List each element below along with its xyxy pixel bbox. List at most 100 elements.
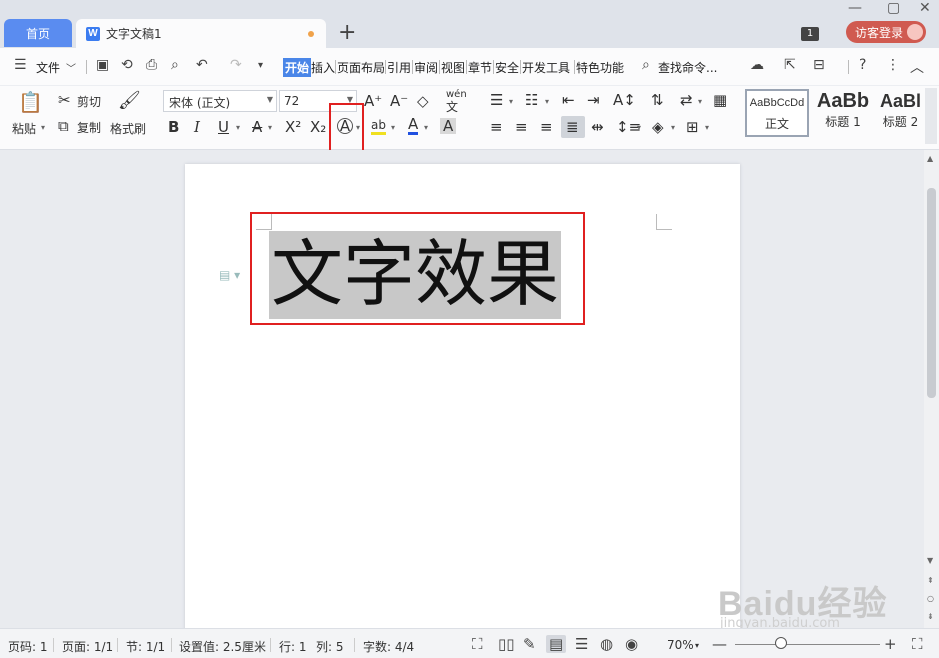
more-tools-icon[interactable]: ⊟ <box>813 57 825 73</box>
notification-badge[interactable]: 1 <box>801 27 819 41</box>
borders-dropdown-icon[interactable]: ▾ <box>705 123 709 132</box>
print-preview-icon[interactable]: ⌕ <box>171 57 179 73</box>
zoom-dropdown-icon[interactable]: ▾ <box>695 641 699 650</box>
command-search[interactable]: 查找命令... <box>658 59 717 76</box>
prev-page-icon[interactable]: ⇞ <box>927 576 934 585</box>
menu-tab-chapter[interactable]: 章节 <box>468 59 492 76</box>
page-view-icon[interactable]: ▤ <box>546 635 567 653</box>
bullet-dropdown-icon[interactable]: ▾ <box>509 97 513 106</box>
numbered-list-icon[interactable]: ☷ <box>525 92 538 108</box>
font-color-icon[interactable]: A <box>408 117 419 135</box>
maximize-icon[interactable]: ▢ <box>887 0 900 16</box>
search-icon[interactable]: ⌕ <box>642 57 650 73</box>
web-view-icon[interactable]: ◍ <box>600 635 613 653</box>
zoom-slider[interactable] <box>735 644 880 645</box>
char-shading-icon[interactable]: A <box>440 118 457 134</box>
select-browse-icon[interactable]: ○ <box>927 594 934 603</box>
eye-protection-icon[interactable]: ◉ <box>625 635 638 653</box>
cloud-sync-icon[interactable]: ☁ <box>750 57 764 73</box>
copy-label[interactable]: 复制 <box>77 119 101 136</box>
menu-tab-layout[interactable]: 页面布局 <box>337 59 385 76</box>
highlight-dropdown-icon[interactable]: ▾ <box>391 123 395 132</box>
menu-tab-review[interactable]: 审阅 <box>414 59 438 76</box>
menu-tab-home[interactable]: 开始 <box>283 58 312 77</box>
text-direction-icon[interactable]: A↕ <box>613 92 636 108</box>
focus-mode-icon[interactable]: ⛶ <box>472 635 483 653</box>
table-icon[interactable]: ▦ <box>713 92 727 108</box>
marks-dropdown-icon[interactable]: ▾ <box>698 97 702 106</box>
chevron-down-icon[interactable]: ﹀ <box>66 60 76 75</box>
menu-tab-developer[interactable]: 开发工具 <box>522 59 570 76</box>
status-word-count[interactable]: 字数: 4/4 <box>363 638 414 655</box>
help-icon[interactable]: ? <box>859 57 866 73</box>
style-heading-2[interactable]: AaBl 标题 2 <box>877 89 924 137</box>
style-heading-1[interactable]: AaBb 标题 1 <box>811 89 875 137</box>
scroll-down-icon[interactable]: ▼ <box>927 556 933 565</box>
underline-icon[interactable]: U <box>218 119 229 135</box>
menu-tab-security[interactable]: 安全 <box>495 59 519 76</box>
export-icon[interactable]: ⟲ <box>121 57 133 73</box>
align-left-icon[interactable]: ≡ <box>490 119 503 135</box>
redo-icon[interactable]: ↷ <box>230 57 242 73</box>
italic-icon[interactable]: I <box>194 119 200 135</box>
scroll-thumb[interactable] <box>927 188 936 398</box>
save-icon[interactable]: ▣ <box>96 57 109 73</box>
scroll-up-icon[interactable]: ▲ <box>927 154 933 163</box>
align-center-icon[interactable]: ≡ <box>515 119 528 135</box>
show-marks-icon[interactable]: ⇄ <box>680 92 693 108</box>
zoom-out-icon[interactable]: — <box>712 635 727 653</box>
numbered-dropdown-icon[interactable]: ▾ <box>545 97 549 106</box>
zoom-level[interactable]: 70% <box>667 638 694 652</box>
format-painter-icon[interactable]: 🖌 <box>118 92 141 110</box>
zoom-slider-handle[interactable] <box>775 637 787 649</box>
outline-view-icon[interactable]: ☰ <box>575 635 588 653</box>
font-family-select[interactable]: 宋体 (正文) ▼ <box>163 90 277 112</box>
increase-indent-icon[interactable]: ⇥ <box>587 92 600 108</box>
more-icon[interactable]: ⋮ <box>886 57 900 73</box>
status-page-number[interactable]: 页码: 1 <box>8 638 48 655</box>
menu-file[interactable]: 文件 <box>36 59 60 76</box>
next-page-icon[interactable]: ⇟ <box>927 612 934 621</box>
highlight-color-icon[interactable]: ab <box>371 118 386 135</box>
read-mode-icon[interactable]: ▯▯ <box>498 635 515 653</box>
minimize-icon[interactable]: — <box>848 0 862 16</box>
visitor-login-button[interactable]: 访客登录 <box>846 21 926 43</box>
hamburger-icon[interactable]: ☰ <box>14 57 27 73</box>
decrease-indent-icon[interactable]: ⇤ <box>562 92 575 108</box>
distribute-icon[interactable]: ⇹ <box>591 119 604 135</box>
format-painter-label[interactable]: 格式刷 <box>110 120 146 137</box>
copy-icon[interactable]: ⧉ <box>58 118 69 134</box>
status-section[interactable]: 节: 1/1 <box>126 638 165 655</box>
superscript-icon[interactable]: X² <box>285 119 301 135</box>
vertical-scrollbar[interactable]: ▲ ▼ ⇞ ○ ⇟ <box>924 150 939 628</box>
close-icon[interactable]: ✕ <box>919 0 931 16</box>
menu-tab-view[interactable]: 视图 <box>441 59 465 76</box>
line-spacing-dropdown-icon[interactable]: ▾ <box>637 123 641 132</box>
justify-icon[interactable]: ≣ <box>566 119 579 135</box>
undo-icon[interactable]: ↶ <box>196 57 208 73</box>
bullet-list-icon[interactable]: ☰ <box>490 92 503 108</box>
paragraph-handle-icon[interactable]: ▤ ▾ <box>219 268 240 282</box>
tab-home[interactable]: 首页 <box>4 19 72 47</box>
fit-page-icon[interactable]: ⛶ <box>912 635 923 653</box>
status-setting[interactable]: 设置值: 2.5厘米 <box>179 638 266 655</box>
menu-tab-insert[interactable]: 插入 <box>311 59 335 76</box>
share-icon[interactable]: ⇱ <box>784 57 796 73</box>
scissors-icon[interactable]: ✂ <box>58 92 71 108</box>
style-normal[interactable]: AaBbCcDd 正文 <box>745 89 809 137</box>
status-pages[interactable]: 页面: 1/1 <box>62 638 113 655</box>
align-right-icon[interactable]: ≡ <box>540 119 553 135</box>
cut-label[interactable]: 剪切 <box>77 93 101 110</box>
font-color-dropdown-icon[interactable]: ▾ <box>424 123 428 132</box>
print-icon[interactable]: ⎙ <box>146 57 157 73</box>
zoom-in-icon[interactable]: + <box>884 635 897 653</box>
shrink-font-icon[interactable]: A⁻ <box>390 93 408 109</box>
collapse-ribbon-icon[interactable]: ︿ <box>910 57 924 77</box>
shading-dropdown-icon[interactable]: ▾ <box>671 123 675 132</box>
underline-dropdown-icon[interactable]: ▾ <box>236 123 240 132</box>
write-mode-icon[interactable]: ✎ <box>523 635 536 653</box>
strikethrough-dropdown-icon[interactable]: ▾ <box>268 123 272 132</box>
style-gallery-scroll[interactable] <box>925 88 937 144</box>
menu-tab-references[interactable]: 引用 <box>387 59 411 76</box>
status-column[interactable]: 列: 5 <box>316 638 344 655</box>
